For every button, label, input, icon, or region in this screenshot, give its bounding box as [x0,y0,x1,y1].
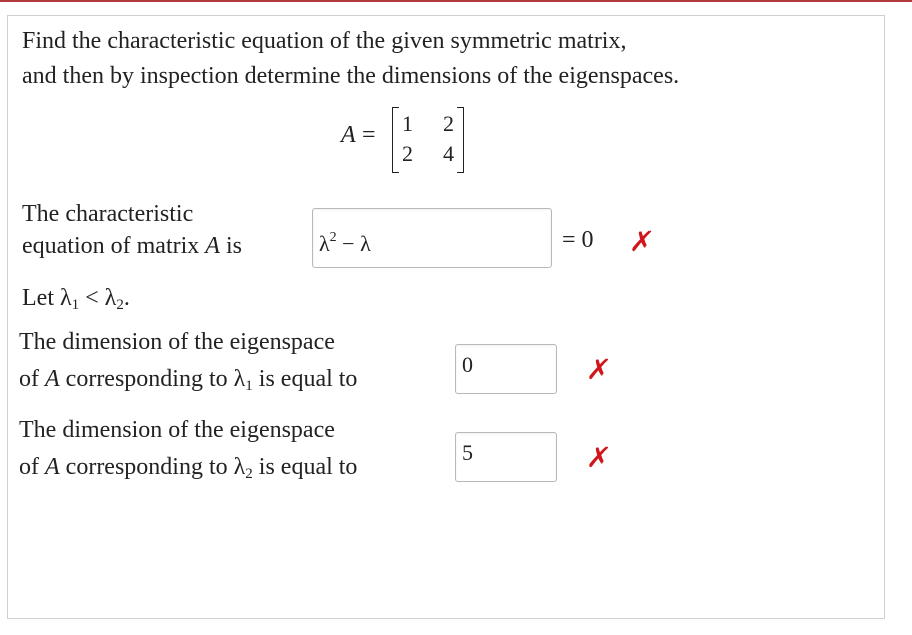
period: . [123,285,130,311]
question-text-line1: Find the characteristic equation of the … [22,28,627,54]
matrix-cell: 1 [402,111,413,136]
dim2-label-line2: of A corresponding to λ2 is equal to [19,452,357,489]
dimension-lambda1-input[interactable]: 0 [455,344,557,394]
dim2-var: A [45,454,60,480]
lambda-symbol: λ [233,366,246,392]
char-eq-label-suffix: is [219,233,242,259]
subscript: 2 [245,466,253,482]
matrix-A: 1 2 2 4 [392,105,464,175]
top-accent-bar [0,0,912,2]
incorrect-x-icon: ✗ [584,441,613,474]
dim1-label-line2: of A corresponding to λ1 is equal to [19,364,357,401]
dim2-prefix: of [19,454,45,480]
dim1-suffix: is equal to [252,366,358,392]
char-eq-label-prefix: equation of matrix [22,233,206,259]
less-than: < [79,285,105,311]
dimension-lambda2-input[interactable]: 5 [455,432,557,482]
matrix-right-bracket [457,107,464,173]
equals-zero: = 0 [562,227,594,253]
lambda-symbol: λ [59,285,72,311]
matrix-equals: = [362,122,376,148]
char-eq-label-line1: The characteristic [22,201,194,227]
dim1-mid: corresponding to [59,366,234,392]
matrix-cell: 4 [443,141,454,166]
dim1-label-line1: The dimension of the eigenspace [19,329,335,355]
dim2-label-line1: The dimension of the eigenspace [19,417,335,443]
dim1-prefix: of [19,366,45,392]
dim2-suffix: is equal to [252,454,358,480]
matrix-label: A [341,122,356,148]
subscript: 1 [245,378,253,394]
incorrect-x-icon: ✗ [584,353,613,386]
lambda-symbol: λ [104,285,117,311]
let-prefix: Let [22,285,60,311]
characteristic-equation-input[interactable]: λ2 − λ [312,208,552,268]
incorrect-x-icon: ✗ [627,225,656,258]
matrix-cell: 2 [443,111,454,136]
input-lambda: λ [319,231,330,256]
dim2-mid: corresponding to [59,454,234,480]
question-text-line2: and then by inspection determine the dim… [22,63,680,89]
matrix-cell: 2 [402,141,413,166]
lambda-symbol: λ [233,454,246,480]
subscript: 2 [116,297,124,313]
subscript: 1 [71,297,80,313]
char-eq-label-var: A [205,233,220,259]
input-exponent: 2 [329,230,337,245]
matrix-left-bracket [392,107,399,173]
dim1-var: A [45,366,60,392]
input-rest: − λ [336,231,371,256]
let-statement: Let λ1 < λ2. [22,283,130,320]
char-eq-label-line2: equation of matrix A is [22,231,242,261]
